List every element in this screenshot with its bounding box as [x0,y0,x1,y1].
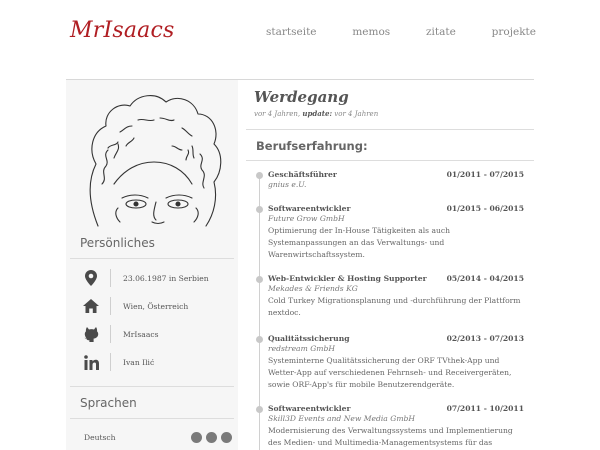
timeline-dot [256,206,263,213]
location-pin-icon [82,269,100,287]
entry-date: 05/2014 - 04/2015 [446,274,524,283]
entry-role: Web-Entwickler & Hosting Supporter [268,274,427,283]
info-separator [110,269,111,287]
language-item: Deutsch [84,432,232,443]
sidebar: Persönliches 23.06.1987 in Serbien Wien,… [66,80,238,450]
entry-role: Softwareentwickler [268,404,351,413]
level-dot [206,432,217,443]
timeline-dot [256,336,263,343]
nav-memos[interactable]: memos [352,26,390,38]
title-divider [246,129,534,130]
entry-date: 07/2011 - 10/2011 [446,404,524,413]
entry-date: 02/2013 - 07/2013 [446,334,524,343]
meta-created: vor 4 Jahren, [254,110,301,118]
info-github[interactable]: MrIsaacs [82,324,232,344]
info-home: Wien, Österreich [82,296,232,316]
entry-description: Cold Turkey Migrationsplanung und -durch… [268,296,521,317]
entry-description: Systeminterne Qualitätssicherung der ORF… [268,356,512,389]
entry-role: Qualitätssicherung [268,334,350,343]
site-logo[interactable]: MrIsaacs [70,18,174,43]
linkedin-icon[interactable] [82,353,100,371]
languages-heading: Sprachen [80,396,137,410]
entry-date: 01/2015 - 06/2015 [446,204,524,213]
level-dot [221,432,232,443]
nav-startseite[interactable]: startseite [266,26,317,38]
home-text: Wien, Österreich [123,301,189,311]
info-linkedin[interactable]: Ivan Ilić [82,352,232,372]
level-dot [191,432,202,443]
info-separator [110,325,111,343]
entry-description: Optimierung der In-House Tätigkeiten als… [268,226,451,259]
language-level [191,432,232,443]
post-meta: vor 4 Jahren, update: vor 4 Jahren [254,109,378,118]
languages-divider-top [70,386,234,387]
timeline-dot [256,172,263,179]
meta-updated: vor 4 Jahren [334,110,379,118]
section-divider [246,160,534,161]
entry-description: Modernisierung des Verwaltungssystems un… [268,426,513,447]
section-heading: Berufserfahrung: [256,139,368,153]
github-icon[interactable] [82,325,100,343]
entry-date: 01/2011 - 07/2015 [446,170,524,179]
main-navigation: startseite memos zitate projekte [266,26,536,38]
entry-company: Mekades & Friends KG [268,284,358,293]
entry-role: Geschäftsführer [268,170,337,179]
entry-company: Future Grow GmbH [268,214,345,223]
info-separator [110,297,111,315]
meta-update-label: update: [302,109,333,118]
personal-divider [70,258,234,259]
languages-divider [70,418,234,419]
github-text[interactable]: MrIsaacs [123,330,159,339]
info-separator [110,353,111,371]
birth-text: 23.06.1987 in Serbien [123,273,209,283]
avatar [89,95,222,227]
page-title: Werdegang [254,88,349,106]
language-name: Deutsch [84,433,116,442]
entry-company: redstream GmbH [268,344,335,353]
home-icon [82,297,100,315]
linkedin-text[interactable]: Ivan Ilić [123,358,154,367]
nav-zitate[interactable]: zitate [426,26,456,38]
timeline-dot [256,406,263,413]
entry-company: gnius e.U. [268,180,307,189]
nav-projekte[interactable]: projekte [492,26,536,38]
personal-heading: Persönliches [80,236,155,250]
info-birth: 23.06.1987 in Serbien [82,268,232,288]
timeline-dot [256,276,263,283]
main-content: Werdegang vor 4 Jahren, update: vor 4 Ja… [246,80,534,450]
entry-role: Softwareentwickler [268,204,351,213]
entry-company: Skill3D Events and New Media GmbH [268,414,415,423]
